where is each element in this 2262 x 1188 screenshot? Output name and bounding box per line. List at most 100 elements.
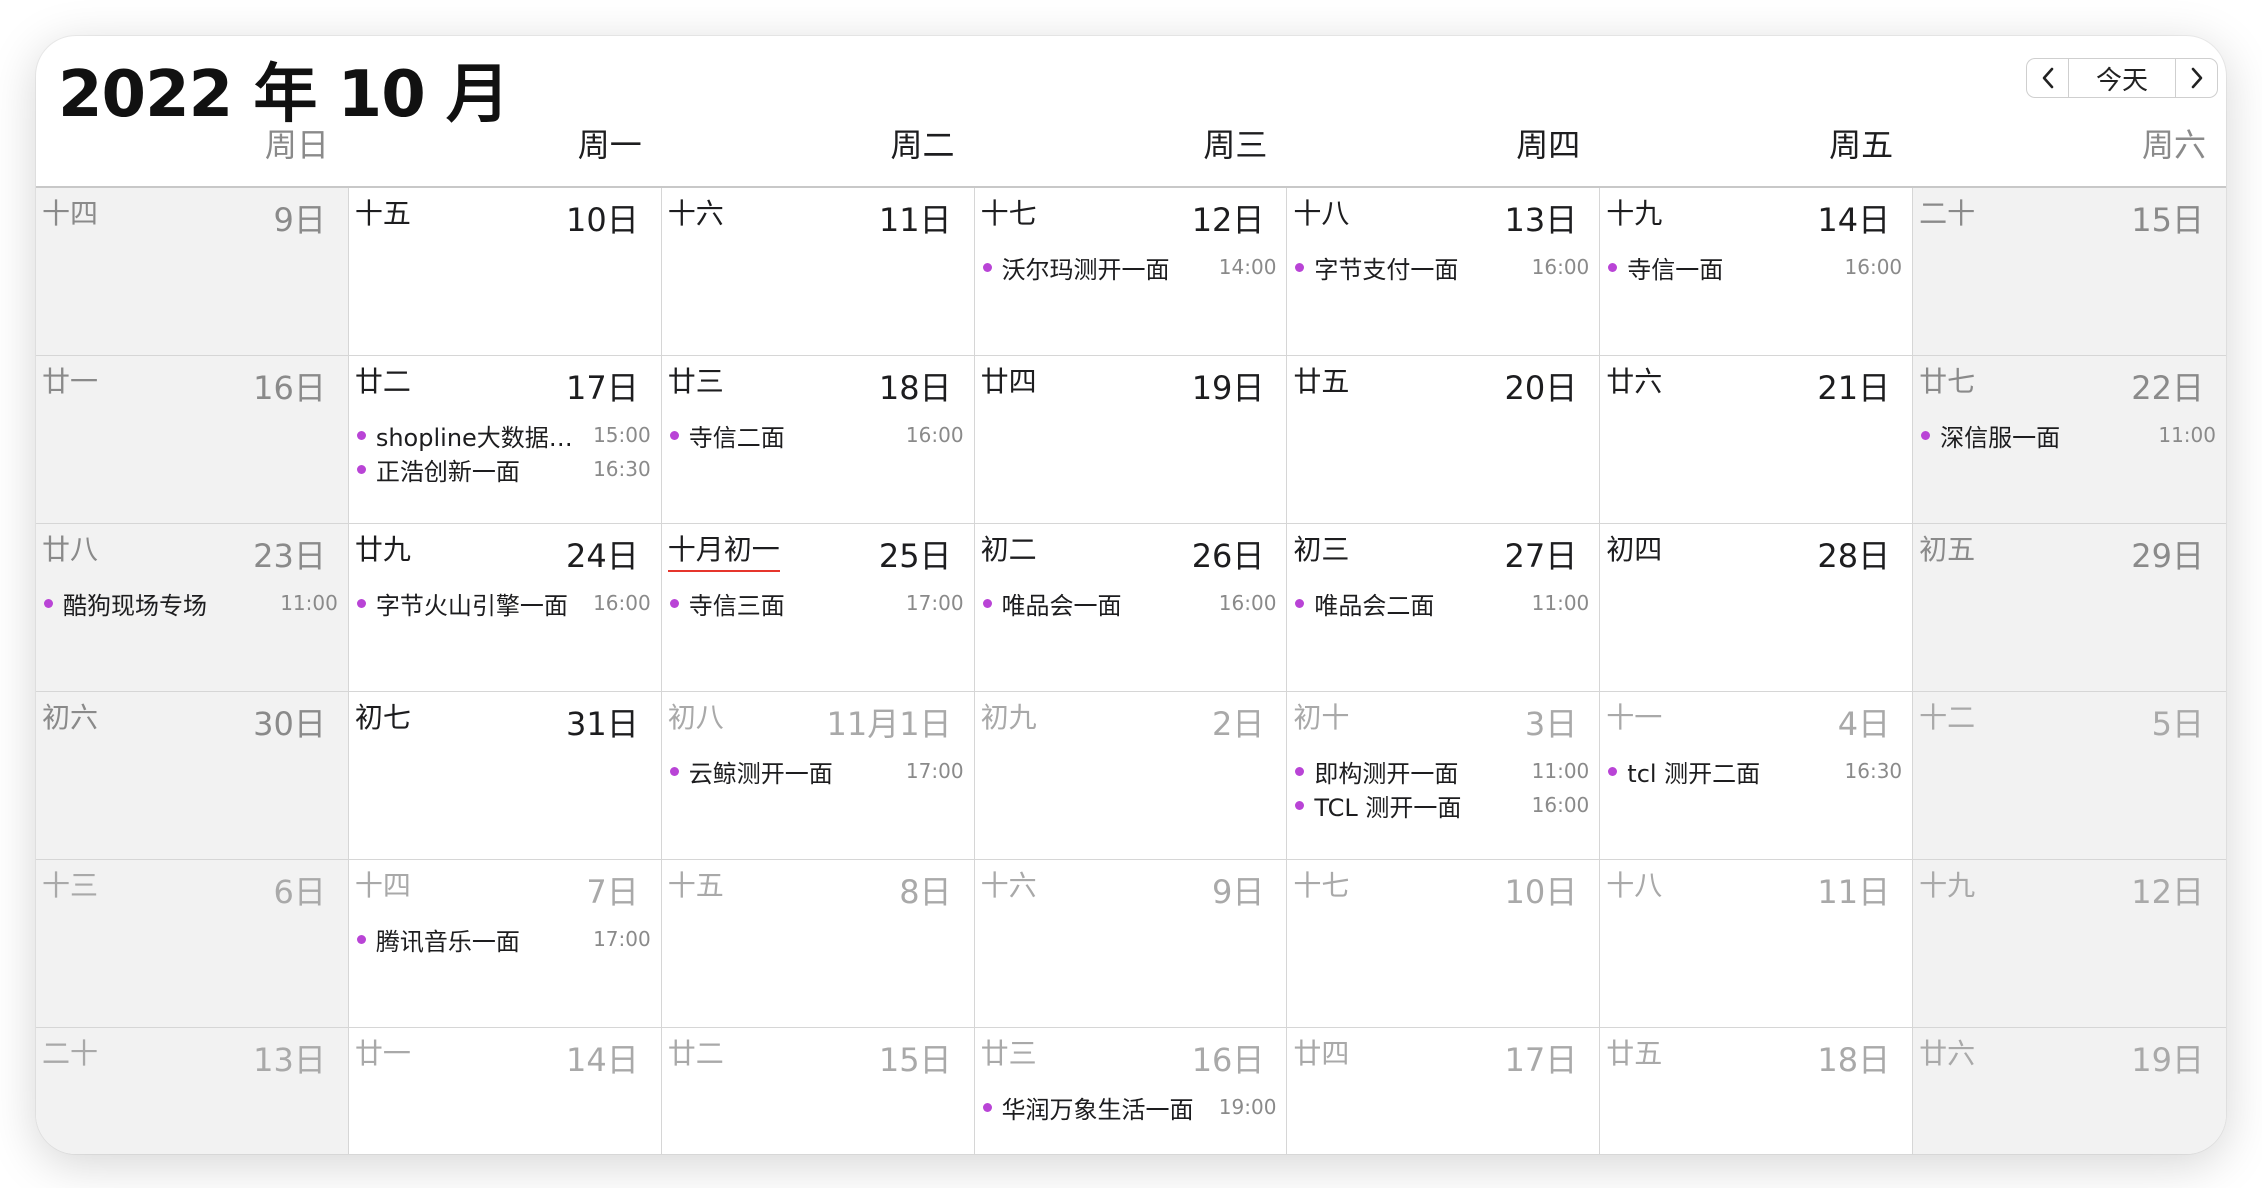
- day-cell[interactable]: 十八 11日: [1600, 860, 1914, 1028]
- day-number: 10日: [565, 201, 639, 239]
- event-dot-icon: [44, 598, 53, 608]
- event-list: 华润万象生活一面 19:00: [975, 1090, 1287, 1124]
- chevron-left-icon: [2042, 67, 2053, 89]
- event-dot-icon: [1295, 598, 1305, 608]
- day-cell[interactable]: 廿六 19日: [1913, 1028, 2226, 1154]
- day-number: 23日: [253, 537, 326, 575]
- day-cell[interactable]: 十月初一 25日 寺信三面 17:00: [661, 524, 975, 692]
- event-dot-icon: [669, 598, 679, 608]
- event-item[interactable]: 唯品会二面 11:00: [1287, 586, 1599, 620]
- day-cell[interactable]: 廿五 20日: [1287, 356, 1601, 524]
- event-item[interactable]: 酷狗现场专场 11:00: [36, 586, 348, 620]
- day-cell[interactable]: 初三 27日 唯品会二面 11:00: [1287, 524, 1601, 692]
- previous-month-button[interactable]: [2026, 58, 2068, 98]
- event-item[interactable]: 沃尔玛测开一面 14:00: [975, 250, 1287, 284]
- day-cell[interactable]: 廿三 16日 华润万象生活一面 19:00: [974, 1028, 1288, 1154]
- day-cell[interactable]: 廿六 21日: [1600, 356, 1914, 524]
- event-time: 16:00: [1218, 591, 1277, 615]
- day-cell[interactable]: 廿四 17日: [1287, 1028, 1601, 1154]
- lunar-date: 廿六: [1919, 1037, 1976, 1070]
- day-cell[interactable]: 十七 12日 沃尔玛测开一面 14:00: [974, 188, 1288, 356]
- day-cell[interactable]: 廿二 15日: [661, 1028, 975, 1154]
- day-cell[interactable]: 廿五 18日: [1600, 1028, 1914, 1154]
- event-item[interactable]: 腾讯音乐一面 17:00: [349, 922, 661, 956]
- lunar-date: 十六: [667, 197, 724, 230]
- day-cell[interactable]: 十五 8日: [661, 860, 975, 1028]
- event-item[interactable]: tcl 测开二面 16:30: [1600, 754, 1912, 788]
- event-item[interactable]: 华润万象生活一面 19:00: [975, 1090, 1287, 1124]
- today-button[interactable]: 今天: [2068, 58, 2176, 98]
- day-cell[interactable]: 十一 4日 tcl 测开二面 16:30: [1600, 692, 1914, 860]
- day-cell[interactable]: 十六 11日: [661, 188, 975, 356]
- event-item[interactable]: 即构测开一面 11:00: [1287, 754, 1599, 788]
- day-cell[interactable]: 廿九 24日 字节火山引擎一面 16:00: [348, 524, 662, 692]
- day-cell[interactable]: 十六 9日: [974, 860, 1288, 1028]
- event-item[interactable]: 字节火山引擎一面 16:00: [349, 586, 661, 620]
- next-month-button[interactable]: [2176, 58, 2218, 98]
- day-cell[interactable]: 初二 26日 唯品会一面 16:00: [974, 524, 1288, 692]
- day-number: 16日: [253, 369, 326, 407]
- event-item[interactable]: TCL 测开一面 16:00: [1287, 788, 1599, 822]
- day-cell[interactable]: 初六 30日: [36, 692, 349, 860]
- day-cell[interactable]: 二十 13日: [36, 1028, 349, 1154]
- day-cell[interactable]: 初十 3日 即构测开一面 11:00 TCL 测开一面 16:00: [1287, 692, 1601, 860]
- event-title: 唯品会二面: [1314, 591, 1435, 620]
- event-time: 17:00: [593, 927, 651, 951]
- day-cell[interactable]: 十四 9日: [36, 188, 349, 356]
- lunar-date: 廿九: [354, 533, 411, 566]
- day-cell[interactable]: 初四 28日: [1600, 524, 1914, 692]
- event-item[interactable]: shopline大数据… 15:00: [349, 418, 661, 452]
- event-item[interactable]: 唯品会一面 16:00: [975, 586, 1287, 620]
- day-number: 10日: [1504, 873, 1578, 911]
- day-number: 3日: [1524, 705, 1578, 743]
- lunar-date: 十三: [42, 869, 99, 902]
- event-item[interactable]: 寺信三面 17:00: [662, 586, 974, 620]
- day-cell[interactable]: 廿七 22日 深信服一面 11:00: [1913, 356, 2226, 524]
- day-cell[interactable]: 初七 31日: [348, 692, 662, 860]
- event-item[interactable]: 深信服一面 11:00: [1913, 418, 2226, 452]
- day-cell[interactable]: 十九 14日 寺信一面 16:00: [1600, 188, 1914, 356]
- day-cell[interactable]: 廿三 18日 寺信二面 16:00: [661, 356, 975, 524]
- day-cell[interactable]: 十八 13日 字节支付一面 16:00: [1287, 188, 1601, 356]
- day-cell[interactable]: 十二 5日: [1913, 692, 2226, 860]
- lunar-date: 初三: [1293, 533, 1350, 566]
- day-cell[interactable]: 廿一 14日: [348, 1028, 662, 1154]
- day-cell[interactable]: 初八 11月1日 云鲸测开一面 17:00: [661, 692, 975, 860]
- day-cell[interactable]: 二十 15日: [1913, 188, 2226, 356]
- event-title: 唯品会一面: [1001, 591, 1122, 620]
- event-title: 云鲸测开一面: [688, 759, 833, 788]
- lunar-date: 廿一: [354, 1037, 411, 1070]
- event-time: 16:00: [1844, 255, 1903, 279]
- event-item[interactable]: 云鲸测开一面 17:00: [662, 754, 974, 788]
- event-dot-icon: [982, 1102, 992, 1112]
- day-cell[interactable]: 廿八 23日 酷狗现场专场 11:00: [36, 524, 349, 692]
- event-item[interactable]: 寺信一面 16:00: [1600, 250, 1912, 284]
- day-number: 12日: [2131, 873, 2204, 911]
- event-item[interactable]: 字节支付一面 16:00: [1287, 250, 1599, 284]
- event-list: 沃尔玛测开一面 14:00: [975, 250, 1287, 284]
- day-cell[interactable]: 十三 6日: [36, 860, 349, 1028]
- day-cell[interactable]: 初五 29日: [1913, 524, 2226, 692]
- day-number: 11月1日: [826, 705, 952, 743]
- day-cell[interactable]: 十七 10日: [1287, 860, 1601, 1028]
- day-cell[interactable]: 十五 10日: [348, 188, 662, 356]
- event-time: 11:00: [1531, 591, 1590, 615]
- day-cell[interactable]: 十九 12日: [1913, 860, 2226, 1028]
- event-dot-icon: [669, 766, 679, 776]
- event-item[interactable]: 正浩创新一面 16:30: [349, 452, 661, 486]
- day-cell[interactable]: 廿四 19日: [974, 356, 1288, 524]
- day-number: 19日: [1191, 369, 1265, 407]
- lunar-date: 初五: [1919, 533, 1976, 566]
- event-list: 即构测开一面 11:00 TCL 测开一面 16:00: [1287, 754, 1599, 822]
- event-title: 字节支付一面: [1314, 255, 1459, 284]
- day-cell[interactable]: 廿一 16日: [36, 356, 349, 524]
- lunar-date: 十九: [1919, 869, 1976, 902]
- day-cell[interactable]: 廿二 17日 shopline大数据… 15:00 正浩创新一面 16:30: [348, 356, 662, 524]
- event-list: 字节火山引擎一面 16:00: [349, 586, 661, 620]
- month-grid: 十四 9日 十五 10日 十六 11日 十七 12日 沃尔玛测开一面 14:00 十八 13日 字节支付…: [36, 186, 2226, 1154]
- event-item[interactable]: 寺信二面 16:00: [662, 418, 974, 452]
- day-number: 8日: [899, 873, 952, 911]
- day-cell[interactable]: 初九 2日: [974, 692, 1288, 860]
- day-cell[interactable]: 十四 7日 腾讯音乐一面 17:00: [348, 860, 662, 1028]
- event-time: 17:00: [905, 591, 964, 615]
